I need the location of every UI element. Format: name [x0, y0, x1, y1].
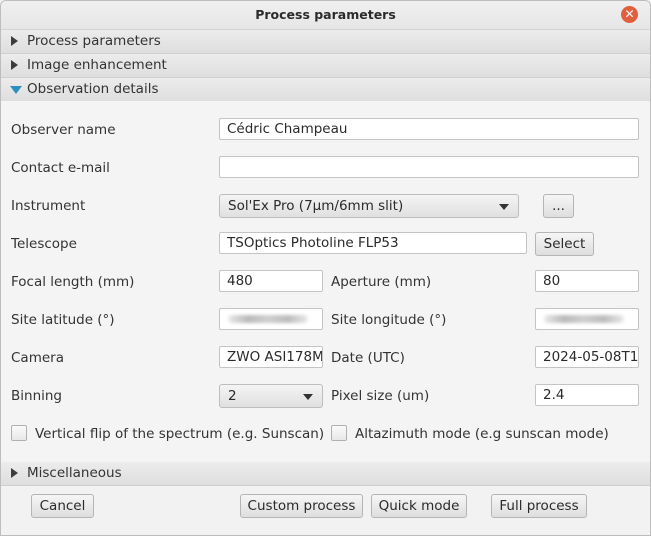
altazimuth-checkbox[interactable] [331, 425, 347, 441]
date-field[interactable]: 2024-05-08T1 [535, 346, 639, 368]
title-bar: Process parameters ✕ [1, 1, 650, 30]
section-image-enhancement[interactable]: Image enhancement [1, 54, 650, 78]
altazimuth-label: Altazimuth mode (e.g sunscan mode) [355, 426, 609, 442]
pixel-size-field[interactable]: 2.4 [535, 384, 639, 406]
vertical-flip-label: Vertical flip of the spectrum (e.g. Suns… [35, 426, 325, 442]
section-process-parameters[interactable]: Process parameters [1, 30, 650, 54]
quick-mode-button[interactable]: Quick mode [371, 494, 467, 518]
focal-length-field[interactable]: 480 [219, 270, 323, 292]
full-process-button[interactable]: Full process [491, 494, 587, 518]
date-label: Date (UTC) [331, 350, 405, 366]
close-icon[interactable]: ✕ [621, 6, 638, 23]
binning-select[interactable]: 2 [219, 384, 323, 408]
telescope-label: Telescope [11, 236, 77, 252]
expand-arrow-icon [11, 468, 18, 478]
redacted-value [544, 315, 624, 323]
observer-name-label: Observer name [11, 122, 116, 138]
section-miscellaneous[interactable]: Miscellaneous [1, 462, 650, 486]
section-observation-details[interactable]: Observation details [1, 78, 650, 102]
instrument-select[interactable]: Sol'Ex Pro (7µm/6mm slit) [219, 194, 519, 218]
binning-value: 2 [228, 388, 237, 404]
telescope-field[interactable]: TSOptics Photoline FLP53 [219, 232, 527, 254]
vertical-flip-checkbox[interactable] [11, 425, 27, 441]
site-longitude-label: Site longitude (°) [331, 312, 447, 328]
cancel-button[interactable]: Cancel [31, 494, 94, 518]
instrument-label: Instrument [11, 198, 86, 214]
process-parameters-dialog: Process parameters ✕ Process parameters … [0, 0, 651, 536]
binning-label: Binning [11, 388, 63, 404]
chevron-down-icon [303, 394, 313, 400]
aperture-label: Aperture (mm) [331, 274, 432, 290]
expand-arrow-icon [11, 36, 18, 46]
section-label: Miscellaneous [27, 465, 122, 481]
camera-label: Camera [11, 350, 64, 366]
site-longitude-field[interactable] [535, 308, 639, 330]
custom-process-button[interactable]: Custom process [240, 494, 363, 518]
focal-length-label: Focal length (mm) [11, 274, 135, 290]
window-title: Process parameters [255, 7, 396, 22]
instrument-edit-button[interactable]: ... [543, 194, 574, 218]
section-label: Process parameters [27, 33, 161, 49]
camera-field[interactable]: ZWO ASI178M [219, 346, 323, 368]
observer-name-field[interactable]: Cédric Champeau [219, 118, 639, 140]
collapse-arrow-icon [10, 86, 22, 94]
contact-email-field[interactable] [219, 156, 639, 178]
section-label: Observation details [27, 81, 159, 97]
site-latitude-label: Site latitude (°) [11, 312, 115, 328]
pixel-size-label: Pixel size (um) [331, 388, 430, 404]
expand-arrow-icon [11, 60, 18, 70]
chevron-down-icon [499, 204, 509, 210]
redacted-value [228, 315, 308, 323]
instrument-value: Sol'Ex Pro (7µm/6mm slit) [228, 198, 404, 214]
site-latitude-field[interactable] [219, 308, 323, 330]
section-label: Image enhancement [27, 57, 167, 73]
telescope-select-button[interactable]: Select [535, 232, 594, 256]
contact-email-label: Contact e-mail [11, 160, 110, 176]
aperture-field[interactable]: 80 [535, 270, 639, 292]
